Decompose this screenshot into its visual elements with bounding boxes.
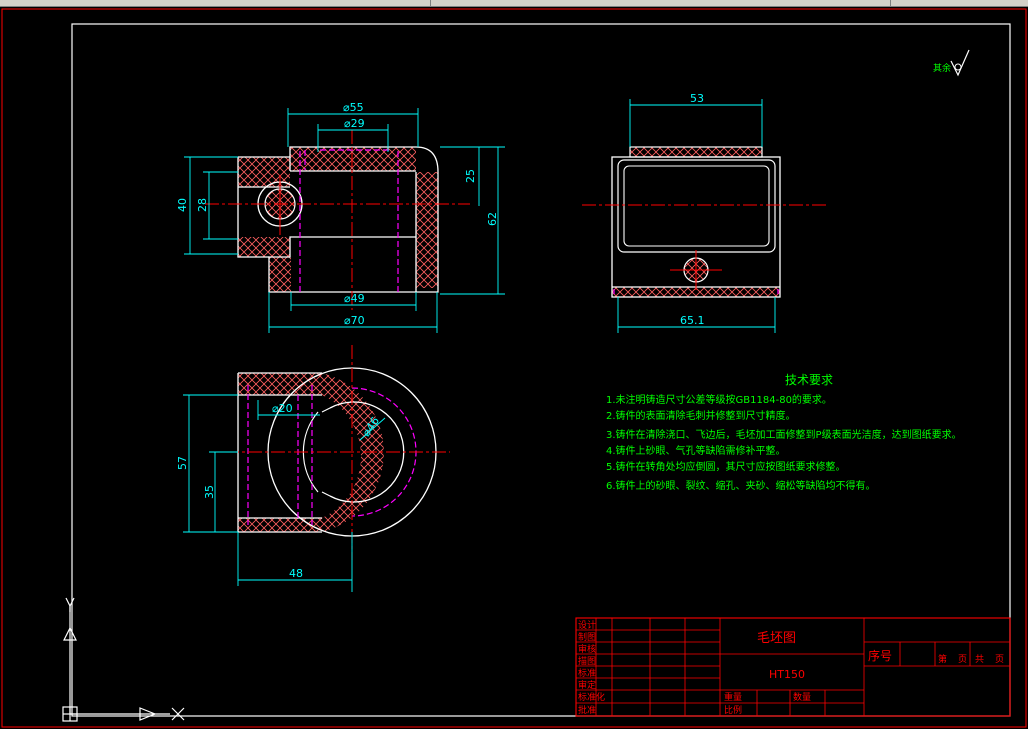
drawing-frame — [71, 23, 1011, 717]
tech-requirement-item: 1.未注明铸造尺寸公差等级按GB1184-80的要求。 — [606, 393, 832, 406]
tech-requirement-item: 3.铸件在清除浇口、飞边后，毛坯加工面修整到P级表面光洁度，达到图纸要求。 — [606, 428, 962, 441]
front-view — [205, 130, 470, 310]
sheet-label: 共 — [975, 654, 984, 665]
side-view — [582, 146, 826, 298]
dim-65-1: 65.1 — [680, 314, 705, 327]
sheet-outer-border — [1, 8, 1027, 728]
sheet-label: 第 — [938, 653, 947, 665]
tech-requirement-item: 2.铸件的表面清除毛刺并修整到尺寸精度。 — [606, 409, 796, 422]
tech-requirement-item: 6.铸件上的砂眼、裂纹、缩孔、夹砂、缩松等缺陷均不得有。 — [606, 479, 876, 492]
title-block-label: 描图 — [578, 655, 596, 667]
title-block-label: 标准化 — [578, 691, 605, 703]
material-label: HT150 — [769, 668, 805, 681]
weight-label: 重量 — [724, 691, 742, 703]
ratio-label: 比例 — [724, 704, 742, 716]
title-block-label: 批准 — [578, 704, 596, 716]
surface-roughness-symbol: 其余 — [933, 49, 970, 77]
dim-40: 40 — [176, 198, 189, 212]
plan-view — [225, 345, 450, 560]
sheet-label: 页 — [958, 654, 967, 665]
dim-28: 28 — [196, 198, 209, 212]
dim-phi49: ⌀49 — [344, 292, 365, 305]
title-block-label: 审核 — [578, 643, 596, 655]
sequence-label: 序号 — [868, 648, 892, 663]
tech-requirement-item: 5.铸件在转角处均应倒圆，其尺寸应按图纸要求修整。 — [606, 460, 846, 473]
sheet-label: 页 — [995, 654, 1004, 665]
dim-phi55: ⌀55 — [343, 101, 364, 114]
title-block-label: 标准 — [578, 667, 596, 679]
roughness-note: 其余 — [933, 62, 951, 74]
dim-57: 57 — [176, 456, 189, 470]
tech-requirement-item: 4.铸件上砂眼、气孔等缺陷需修补平整。 — [606, 444, 786, 457]
dim-62: 62 — [486, 212, 499, 226]
dim-phi20: ⌀20 — [272, 402, 293, 415]
title-block-label: 审定 — [578, 679, 596, 691]
side-view-dimensions — [617, 99, 776, 333]
drawing-canvas[interactable]: ⌀55 ⌀29 40 28 25 62 ⌀49 ⌀70 53 65.1 ⌀20 … — [0, 6, 1028, 729]
ucs-icon — [62, 597, 185, 722]
technical-requirements: 技术要求 1.未注明铸造尺寸公差等级按GB1184-80的要求。 2.铸件的表面… — [606, 373, 962, 492]
dim-25: 25 — [464, 169, 477, 183]
dim-phi70: ⌀70 — [344, 314, 365, 327]
dim-48: 48 — [289, 567, 303, 580]
drawing-title: 毛坯图 — [757, 631, 796, 646]
title-block: 设计 制图 审核 描图 标准 审定 标准化 批准 重量 比例 数量 第 页 共 … — [575, 617, 1011, 717]
dim-53: 53 — [690, 92, 704, 105]
dim-35: 35 — [203, 485, 216, 499]
quantity-label: 数量 — [793, 691, 811, 703]
title-block-label: 制图 — [578, 631, 596, 643]
title-block-label: 设计 — [578, 619, 596, 631]
dim-phi29: ⌀29 — [344, 117, 365, 130]
tech-requirements-title: 技术要求 — [785, 373, 833, 387]
